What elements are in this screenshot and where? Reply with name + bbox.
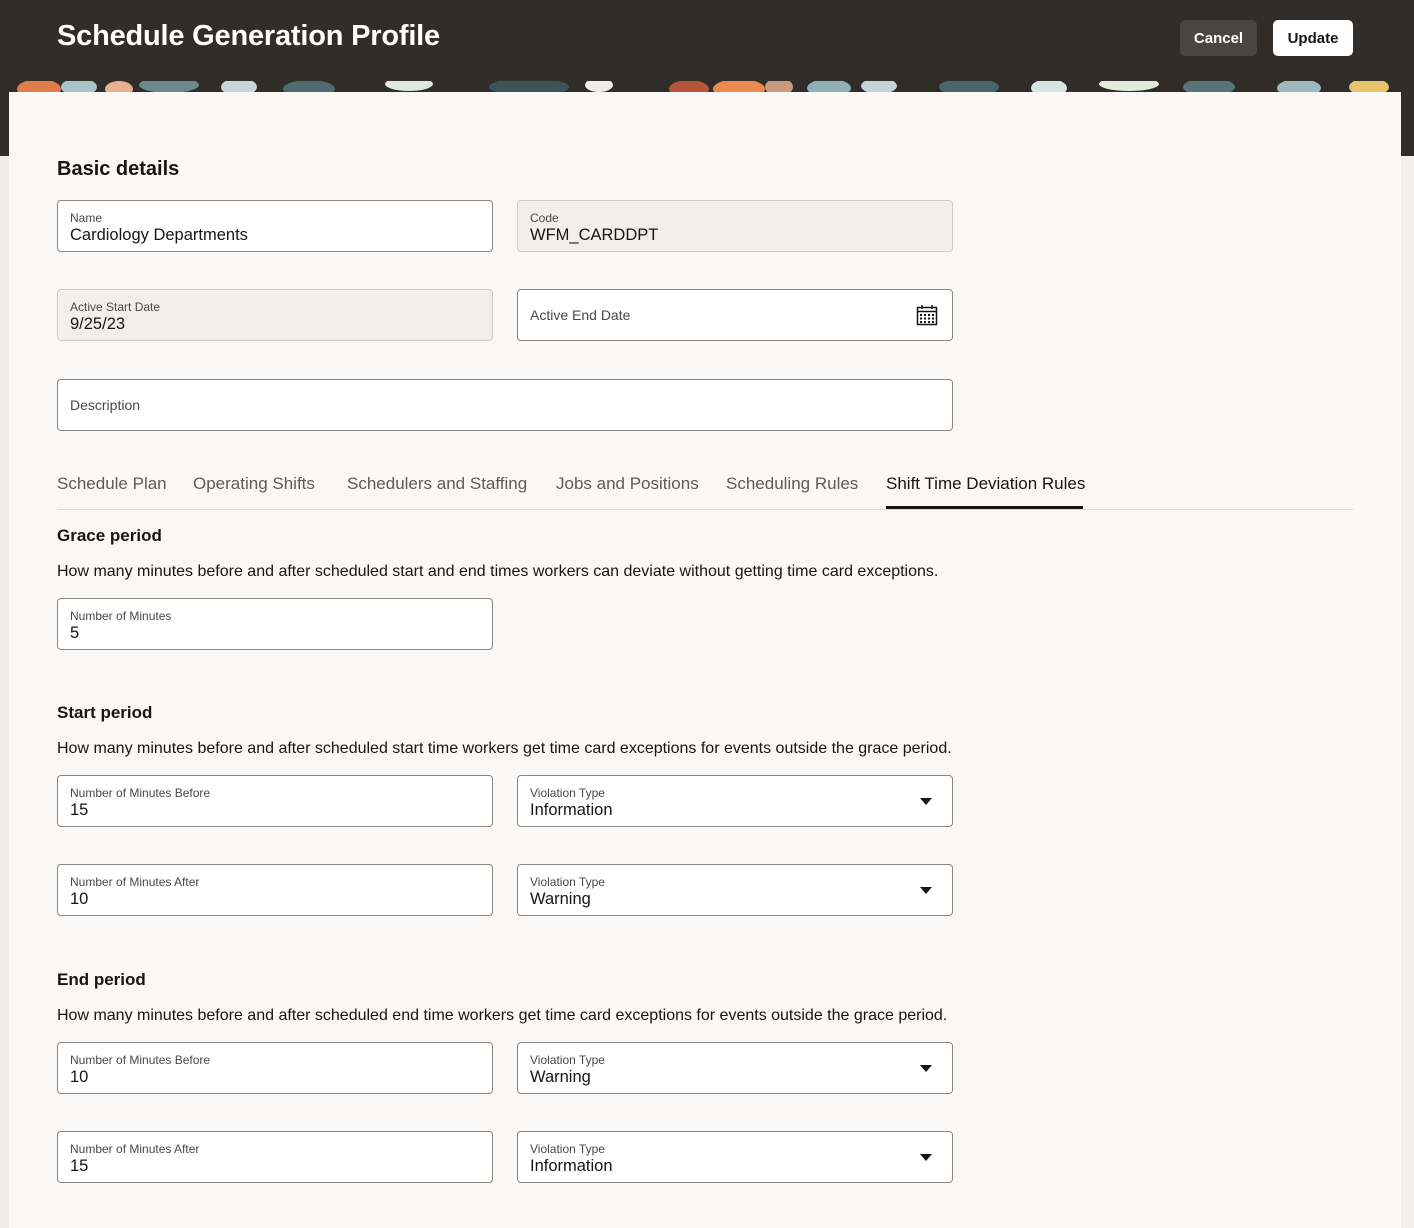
end-minutes-after-value[interactable]: 15 [70, 1157, 88, 1176]
name-field[interactable]: Name Cardiology Departments [57, 200, 493, 252]
description-label: Description [70, 397, 141, 413]
chevron-down-icon[interactable] [920, 798, 932, 805]
end-period-title: End period [57, 970, 146, 989]
update-button[interactable]: Update [1273, 20, 1353, 56]
active-start-date-value: 9/25/23 [70, 315, 126, 333]
violation-type-label: Violation Type [530, 875, 605, 889]
violation-type-label: Violation Type [530, 1053, 605, 1067]
start-period-title: Start period [57, 703, 153, 722]
start-minutes-after-field[interactable]: Number of Minutes After 10 [57, 864, 493, 916]
active-end-date-label: Active End Date [530, 307, 631, 323]
code-field: Code WFM_CARDDPT [517, 200, 953, 252]
violation-type-value[interactable]: Information [530, 801, 613, 820]
chevron-down-icon[interactable] [920, 887, 932, 894]
grace-minutes-value[interactable]: 5 [70, 624, 79, 643]
decorative-banner [9, 80, 1401, 92]
banner-illustration [9, 80, 1401, 92]
active-start-date-label: Active Start Date [70, 300, 161, 314]
end-minutes-before-label: Number of Minutes Before [70, 1053, 211, 1067]
start-before-violation-type-select[interactable]: Violation Type Information [517, 775, 953, 827]
end-before-violation-type-select[interactable]: Violation Type Warning [517, 1042, 953, 1094]
grace-minutes-label: Number of Minutes [70, 609, 172, 623]
chevron-down-icon[interactable] [920, 1154, 932, 1161]
chevron-down-icon[interactable] [920, 1065, 932, 1072]
name-label: Name [70, 211, 103, 225]
violation-type-value[interactable]: Information [530, 1157, 613, 1176]
tab-scheduling-rules[interactable]: Scheduling Rules [726, 474, 858, 494]
tab-operating-shifts[interactable]: Operating Shifts [193, 474, 315, 494]
start-minutes-before-value[interactable]: 15 [70, 801, 88, 820]
start-minutes-after-value[interactable]: 10 [70, 890, 88, 909]
tab-bar: Schedule Plan Operating Shifts Scheduler… [57, 466, 1353, 510]
start-after-violation-type-select[interactable]: Violation Type Warning [517, 864, 953, 916]
calendar-icon[interactable] [916, 304, 938, 326]
start-minutes-after-label: Number of Minutes After [70, 875, 200, 889]
end-minutes-before-value[interactable]: 10 [70, 1068, 88, 1087]
description-field[interactable]: Description [57, 379, 953, 431]
cancel-button[interactable]: Cancel [1180, 20, 1257, 56]
page-title: Schedule Generation Profile [57, 20, 440, 52]
violation-type-label: Violation Type [530, 1142, 605, 1156]
tab-jobs-and-positions[interactable]: Jobs and Positions [556, 474, 699, 494]
violation-type-value[interactable]: Warning [530, 1068, 591, 1087]
active-tab-indicator [886, 506, 1083, 509]
start-minutes-before-label: Number of Minutes Before [70, 786, 211, 800]
start-period-description: How many minutes before and after schedu… [57, 740, 952, 757]
violation-type-label: Violation Type [530, 786, 605, 800]
start-minutes-before-field[interactable]: Number of Minutes Before 15 [57, 775, 493, 827]
grace-period-description: How many minutes before and after schedu… [57, 563, 939, 580]
grace-minutes-field[interactable]: Number of Minutes 5 [57, 598, 493, 650]
end-period-description: How many minutes before and after schedu… [57, 1007, 948, 1024]
page-edge [0, 156, 9, 1228]
section-title-basic-details: Basic details [57, 158, 180, 180]
name-value[interactable]: Cardiology Departments [70, 226, 248, 245]
code-value: WFM_CARDDPT [530, 226, 659, 244]
tab-schedulers-and-staffing[interactable]: Schedulers and Staffing [347, 474, 527, 494]
tab-shift-time-deviation-rules[interactable]: Shift Time Deviation Rules [886, 474, 1085, 494]
tab-schedule-plan[interactable]: Schedule Plan [57, 474, 167, 494]
violation-type-value[interactable]: Warning [530, 890, 591, 909]
end-minutes-after-label: Number of Minutes After [70, 1142, 200, 1156]
active-end-date-field[interactable]: Active End Date [517, 289, 953, 341]
end-minutes-after-field[interactable]: Number of Minutes After 15 [57, 1131, 493, 1183]
end-after-violation-type-select[interactable]: Violation Type Information [517, 1131, 953, 1183]
end-minutes-before-field[interactable]: Number of Minutes Before 10 [57, 1042, 493, 1094]
grace-period-title: Grace period [57, 526, 162, 545]
code-label: Code [530, 211, 559, 225]
active-start-date-field: Active Start Date 9/25/23 [57, 289, 493, 341]
